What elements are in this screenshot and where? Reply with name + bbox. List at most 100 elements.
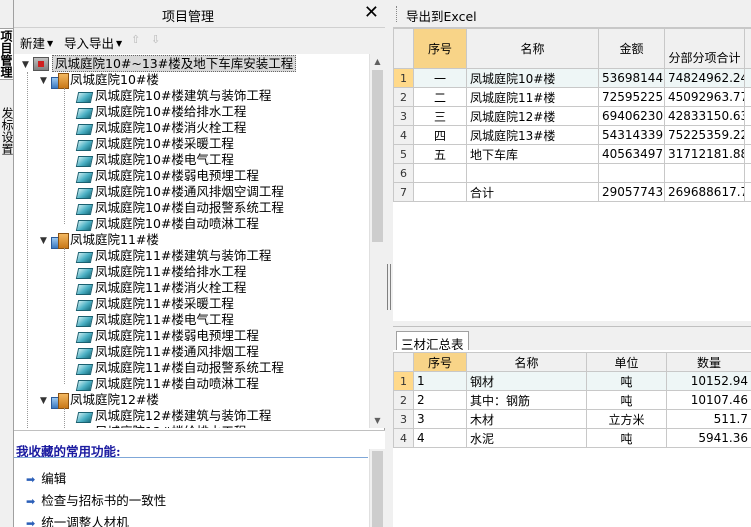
table-row[interactable]: 4四凤城庭院13#楼54314339.775225359.22 bbox=[393, 125, 751, 145]
seq-cell[interactable] bbox=[413, 163, 467, 183]
column-header[interactable]: 序号 bbox=[413, 28, 467, 69]
tree-item-node[interactable]: 凤城庭院10#楼弱电预埋工程 bbox=[75, 168, 259, 184]
tree-item-node[interactable]: 凤城庭院10#楼建筑与装饰工程 bbox=[75, 88, 271, 104]
seq-cell[interactable] bbox=[413, 182, 467, 202]
qty-cell[interactable]: 10107.46 bbox=[666, 390, 751, 410]
name-cell[interactable]: 水泥 bbox=[466, 428, 587, 448]
qty-cell[interactable]: 5941.36 bbox=[666, 428, 751, 448]
row-number[interactable]: 5 bbox=[393, 144, 414, 164]
name-cell[interactable]: 凤城庭院13#楼 bbox=[466, 125, 599, 145]
tree-scrollbar[interactable]: ▲ ▼ bbox=[369, 54, 385, 428]
chevron-down-icon[interactable]: ▼ bbox=[40, 73, 51, 89]
seq-cell[interactable]: 三 bbox=[413, 106, 467, 126]
tree-item-node[interactable]: 凤城庭院11#楼自动报警系统工程 bbox=[75, 360, 284, 376]
subtotal-cell[interactable]: 45092963.77 bbox=[664, 87, 745, 107]
subtotal-cell[interactable]: 42833150.63 bbox=[664, 106, 745, 126]
side-tab-project-management[interactable]: 项目管理 bbox=[0, 28, 14, 80]
empty-cell[interactable] bbox=[744, 87, 751, 107]
table-row[interactable]: 4 4 水泥吨 5941.36 bbox=[393, 428, 751, 448]
subtotal-cell[interactable]: 74824962.24 bbox=[664, 68, 745, 88]
splitter-grip[interactable] bbox=[387, 264, 391, 310]
tree-item-node[interactable]: 凤城庭院12#楼给排水工程 bbox=[75, 424, 246, 428]
amount-cell[interactable]: 290577437. bbox=[598, 182, 665, 202]
amount-cell[interactable]: 69406230.7 bbox=[598, 106, 665, 126]
tree-item-node[interactable]: 凤城庭院10#楼消火栓工程 bbox=[75, 120, 246, 136]
qty-cell[interactable]: 10152.94 bbox=[666, 371, 751, 391]
unit-cell[interactable]: 立方米 bbox=[586, 409, 667, 429]
table-row[interactable]: 5五地下车库40563497.031712181.88 bbox=[393, 144, 751, 164]
tree-group-node[interactable]: ▼ 凤城庭院11#楼 bbox=[40, 232, 159, 249]
tree-item-node[interactable]: 凤城庭院11#楼消火栓工程 bbox=[75, 280, 246, 296]
row-number[interactable]: 4 bbox=[393, 125, 414, 145]
seq-cell[interactable]: 4 bbox=[413, 428, 467, 448]
tree-item-node[interactable]: 凤城庭院11#楼通风排烟工程 bbox=[75, 344, 259, 360]
tree-item-node[interactable]: 凤城庭院11#楼给排水工程 bbox=[75, 264, 246, 280]
column-header[interactable]: 单位 bbox=[586, 352, 667, 372]
column-header[interactable]: 名称 bbox=[466, 28, 599, 69]
tree-item-node[interactable]: 凤城庭院11#楼采暖工程 bbox=[75, 296, 234, 312]
amount-cell[interactable]: 54314339.7 bbox=[598, 125, 665, 145]
name-cell[interactable]: 其中：钢筋 bbox=[466, 390, 587, 410]
subtotal-cell[interactable]: 75225359.22 bbox=[664, 125, 745, 145]
row-number[interactable]: 6 bbox=[393, 163, 414, 183]
subtotal-cell[interactable]: 31712181.88 bbox=[664, 144, 745, 164]
table-row[interactable]: 1 1 钢材吨 10152.94 bbox=[393, 371, 751, 391]
seq-cell[interactable]: 3 bbox=[413, 409, 467, 429]
favorite-adjust-materials[interactable]: ➡ 统一调整人材机 bbox=[26, 512, 129, 527]
name-cell[interactable]: 钢材 bbox=[466, 371, 587, 391]
tab-materials-summary[interactable]: 三材汇总表 bbox=[396, 331, 469, 352]
table-row[interactable]: 1 一凤城庭院10#楼 53698144 74824962.24 bbox=[393, 68, 751, 88]
import-export-button[interactable]: 导入导出 ▼ bbox=[64, 33, 122, 52]
favorite-edit[interactable]: ➡ 编辑 bbox=[26, 468, 66, 487]
row-number[interactable]: 3 bbox=[393, 106, 414, 126]
seq-cell[interactable]: 1 bbox=[413, 371, 467, 391]
chevron-down-icon[interactable]: ▼ bbox=[22, 57, 33, 73]
row-number[interactable]: 4 bbox=[393, 428, 414, 448]
amount-cell[interactable] bbox=[598, 163, 665, 183]
row-number[interactable]: 7 bbox=[393, 182, 414, 202]
seq-cell[interactable]: 四 bbox=[413, 125, 467, 145]
export-excel-button[interactable]: 导出到Excel bbox=[406, 6, 477, 25]
empty-cell[interactable] bbox=[744, 182, 751, 202]
column-header[interactable] bbox=[744, 28, 751, 69]
name-cell[interactable]: 地下车库 bbox=[466, 144, 599, 164]
subtotal-cell[interactable]: 269688617.74 bbox=[664, 182, 745, 202]
table-row[interactable]: 3 3 木材 立方米 511.7 bbox=[393, 409, 751, 429]
empty-cell[interactable] bbox=[744, 125, 751, 145]
tree-item-node[interactable]: 凤城庭院10#楼电气工程 bbox=[75, 152, 234, 168]
new-button[interactable]: 新建 ▼ bbox=[20, 33, 53, 52]
empty-cell[interactable] bbox=[744, 163, 751, 183]
tree-item-node[interactable]: 凤城庭院10#楼自动喷淋工程 bbox=[75, 216, 259, 232]
row-number[interactable]: 2 bbox=[393, 87, 414, 107]
scroll-thumb[interactable] bbox=[372, 451, 383, 527]
scroll-down-icon[interactable]: ▼ bbox=[370, 413, 385, 428]
table-row[interactable]: 2 2 其中：钢筋吨 10107.46 bbox=[393, 390, 751, 410]
seq-cell[interactable]: 五 bbox=[413, 144, 467, 164]
table-row[interactable]: 7 合计290577437.269688617.74 bbox=[393, 182, 751, 202]
column-header[interactable]: 名称 bbox=[466, 352, 587, 372]
favorites-scrollbar[interactable] bbox=[369, 449, 385, 527]
tree-group-node[interactable]: ▼ 凤城庭院12#楼 bbox=[40, 392, 159, 409]
row-number[interactable]: 3 bbox=[393, 409, 414, 429]
empty-cell[interactable] bbox=[744, 144, 751, 164]
empty-cell[interactable] bbox=[744, 68, 751, 88]
tree-item-node[interactable]: 凤城庭院11#楼自动喷淋工程 bbox=[75, 376, 259, 392]
tree-item-node[interactable]: 凤城庭院10#楼给排水工程 bbox=[75, 104, 246, 120]
chevron-down-icon[interactable]: ▼ bbox=[40, 393, 51, 409]
favorite-check-consistency[interactable]: ➡ 检查与招标书的一致性 bbox=[26, 490, 166, 509]
chevron-down-icon[interactable]: ▼ bbox=[40, 233, 51, 249]
tree-root-node[interactable]: ▼ 凤城庭院10#~13#楼及地下车库安装工程 bbox=[22, 55, 297, 73]
name-cell[interactable] bbox=[466, 163, 599, 183]
tree-item-node[interactable]: 凤城庭院11#楼建筑与装饰工程 bbox=[75, 248, 271, 264]
seq-cell[interactable]: 二 bbox=[413, 87, 467, 107]
name-cell[interactable]: 凤城庭院11#楼 bbox=[466, 87, 599, 107]
seq-cell[interactable]: 一 bbox=[413, 68, 467, 88]
table-row[interactable]: 6 bbox=[393, 163, 751, 183]
amount-cell[interactable]: 72595225.9 bbox=[598, 87, 665, 107]
table-row[interactable]: 2二凤城庭院11#楼72595225.945092963.77 bbox=[393, 87, 751, 107]
unit-cell[interactable]: 吨 bbox=[586, 371, 667, 391]
row-number[interactable]: 2 bbox=[393, 390, 414, 410]
scroll-up-icon[interactable]: ▲ bbox=[370, 54, 385, 69]
unit-cell[interactable]: 吨 bbox=[586, 428, 667, 448]
empty-cell[interactable] bbox=[744, 106, 751, 126]
